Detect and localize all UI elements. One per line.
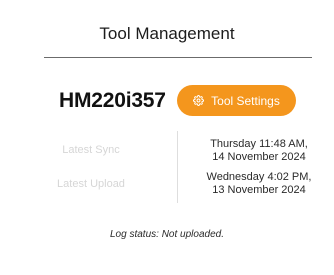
page-title: Tool Management bbox=[99, 24, 235, 43]
tool-settings-button[interactable]: Tool Settings bbox=[177, 85, 296, 116]
title-divider bbox=[44, 57, 312, 58]
latest-upload-value-line2: 13 November 2024 bbox=[212, 184, 306, 196]
tool-settings-label: Tool Settings bbox=[211, 93, 280, 108]
tool-id: HM220i357 bbox=[59, 89, 166, 112]
gear-icon bbox=[193, 95, 205, 106]
latest-sync-value-line1: Thursday 11:48 AM, bbox=[210, 138, 308, 150]
latest-upload-label: Latest Upload bbox=[57, 178, 125, 190]
vertical-divider bbox=[177, 131, 178, 203]
log-status: Log status: Not uploaded. bbox=[110, 229, 224, 240]
latest-upload-value: Wednesday 4:02 PM, 13 November 2024 bbox=[196, 171, 322, 197]
latest-sync-value-line2: 14 November 2024 bbox=[212, 151, 306, 163]
tool-management-panel: Tool Management HM220i357 Tool Settings … bbox=[0, 0, 334, 275]
latest-sync-value: Thursday 11:48 AM, 14 November 2024 bbox=[196, 138, 322, 164]
latest-upload-value-line1: Wednesday 4:02 PM, bbox=[206, 171, 312, 183]
latest-sync-label: Latest Sync bbox=[62, 144, 120, 156]
